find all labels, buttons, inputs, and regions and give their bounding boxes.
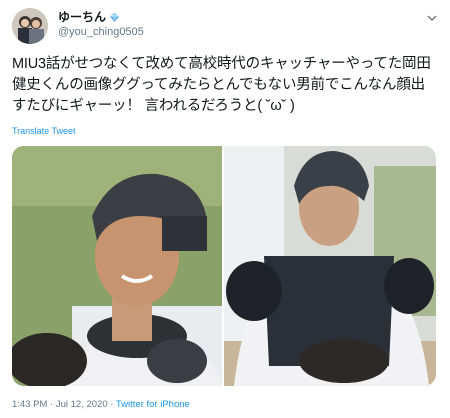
chevron-down-icon[interactable] [426, 12, 438, 24]
meta-separator: · [107, 399, 116, 410]
avatar-image [12, 8, 48, 44]
catcher-photo-2[interactable] [224, 146, 436, 386]
display-name[interactable]: ゆーちん [58, 10, 106, 24]
tweet-card: ゆーちん @you_ching0505 MIU3話がせつなくて改めて高校時代のキ… [0, 0, 450, 418]
tweet-time[interactable]: 1:43 PM [12, 399, 47, 410]
name-row: ゆーちん [58, 10, 120, 24]
translate-tweet-link[interactable]: Translate Tweet [12, 126, 76, 136]
tweet-text: MIU3話がせつなくて改めて高校時代のキャッチャーやってた岡田 健史くんの画像グ… [12, 56, 431, 114]
tweet-date[interactable]: Jul 12, 2020 [56, 399, 108, 410]
blue-diamond-icon [109, 12, 120, 22]
meta-separator: · [47, 399, 56, 410]
catcher-photo-2-image [224, 146, 436, 386]
tweet-source-link[interactable]: Twitter for iPhone [116, 399, 190, 410]
catcher-photo-1-image [12, 146, 222, 386]
tweet-meta: 1:43 PM · Jul 12, 2020 · Twitter for iPh… [12, 399, 190, 410]
media-grid [12, 146, 436, 386]
user-handle[interactable]: @you_ching0505 [58, 26, 144, 39]
catcher-photo-1[interactable] [12, 146, 222, 386]
avatar[interactable] [12, 8, 48, 44]
